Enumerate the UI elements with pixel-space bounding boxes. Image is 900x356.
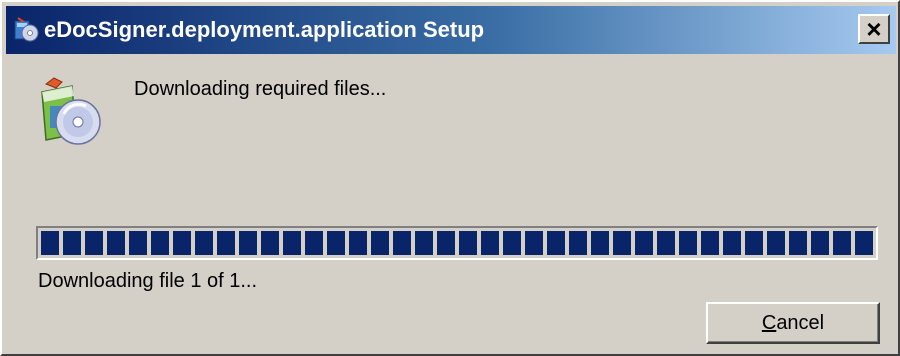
progress-block — [789, 231, 807, 255]
cancel-label: ancel — [776, 311, 825, 334]
progress-block — [547, 231, 565, 255]
progress-block — [63, 231, 81, 255]
download-progress-bar — [36, 226, 878, 260]
progress-block — [855, 231, 873, 255]
progress-block — [107, 231, 125, 255]
progress-block — [195, 231, 213, 255]
progress-block — [657, 231, 675, 255]
file-progress-text: Downloading file 1 of 1... — [38, 270, 258, 292]
progress-block — [569, 231, 587, 255]
progress-block — [129, 231, 147, 255]
setup-package-icon — [12, 16, 40, 44]
progress-block — [217, 231, 235, 255]
progress-block — [767, 231, 785, 255]
progress-block — [613, 231, 631, 255]
close-icon: × — [866, 14, 882, 44]
progress-block — [305, 231, 323, 255]
progress-block — [503, 231, 521, 255]
progress-block — [833, 231, 851, 255]
progress-block — [41, 231, 59, 255]
cancel-button[interactable]: Cancel — [706, 302, 880, 344]
progress-block — [525, 231, 543, 255]
progress-block — [261, 231, 279, 255]
progress-block — [239, 231, 257, 255]
window-title: eDocSigner.deployment.application Setup — [44, 17, 485, 42]
progress-block — [701, 231, 719, 255]
progress-block — [481, 231, 499, 255]
progress-block — [459, 231, 477, 255]
progress-block — [151, 231, 169, 255]
progress-block — [371, 231, 389, 255]
progress-block — [591, 231, 609, 255]
title-bar[interactable]: eDocSigner.deployment.application Setup … — [6, 6, 896, 54]
setup-dialog-window: eDocSigner.deployment.application Setup … — [0, 0, 900, 356]
progress-block — [745, 231, 763, 255]
progress-block — [85, 231, 103, 255]
close-button[interactable]: × — [858, 14, 890, 44]
progress-block — [393, 231, 411, 255]
progress-fill — [41, 231, 874, 255]
software-install-cd-icon — [32, 76, 104, 148]
progress-block — [437, 231, 455, 255]
download-status-text: Downloading required files... — [134, 78, 387, 100]
progress-block — [415, 231, 433, 255]
progress-block — [283, 231, 301, 255]
progress-block — [723, 231, 741, 255]
progress-block — [811, 231, 829, 255]
progress-block — [635, 231, 653, 255]
cancel-accelerator: C — [761, 311, 777, 334]
progress-block — [327, 231, 345, 255]
progress-block — [349, 231, 367, 255]
progress-block — [679, 231, 697, 255]
progress-block — [173, 231, 191, 255]
